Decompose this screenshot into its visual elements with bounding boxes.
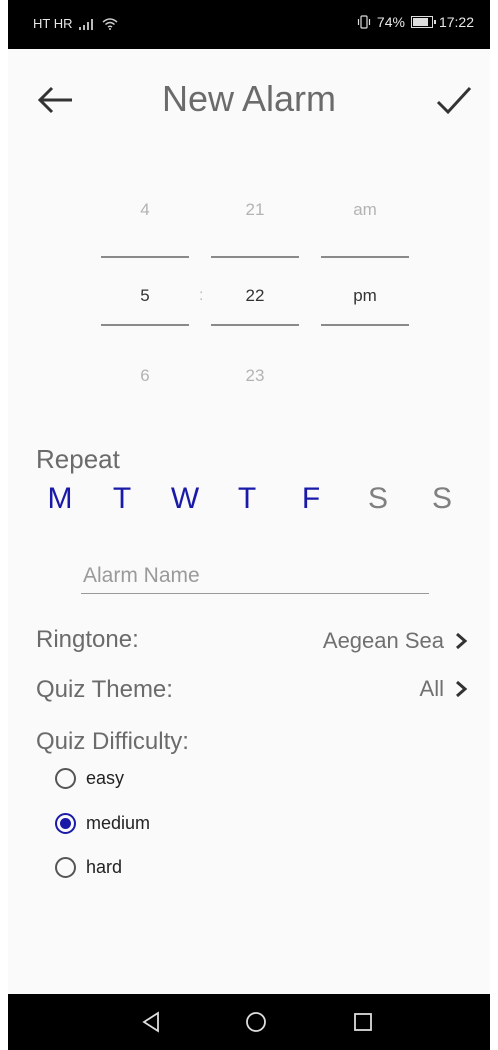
wifi-icon — [102, 17, 118, 30]
minute-picker[interactable]: 21 22 23 — [211, 200, 299, 385]
minute-below[interactable]: 23 — [211, 366, 299, 386]
nav-home-icon[interactable] — [244, 1010, 268, 1034]
period-value[interactable]: pm — [321, 286, 409, 306]
radio-label: medium — [86, 813, 151, 833]
battery-icon — [410, 16, 436, 28]
time-separator: : — [199, 287, 204, 304]
hour-below[interactable]: 6 — [101, 366, 189, 386]
day-toggle-sunday[interactable]: S — [422, 482, 462, 516]
radio-button[interactable] — [55, 857, 76, 878]
minute-value[interactable]: 22 — [211, 286, 299, 306]
difficulty-option-medium[interactable]: medium — [55, 813, 150, 834]
radio-button[interactable] — [55, 813, 76, 834]
period-picker[interactable]: am pm — [321, 200, 409, 380]
day-toggle-saturday[interactable]: S — [358, 482, 398, 516]
vibrate-icon — [357, 15, 371, 29]
navigation-bar — [8, 994, 490, 1050]
status-time: 17:22 — [438, 14, 474, 30]
radio-label: easy — [86, 768, 125, 788]
minute-above[interactable]: 21 — [211, 200, 299, 220]
period-above[interactable]: am — [321, 200, 409, 220]
hour-value[interactable]: 5 — [101, 286, 189, 306]
battery-percent: 74% — [376, 14, 405, 30]
radio-button[interactable] — [55, 768, 76, 789]
radio-label: hard — [86, 857, 123, 877]
repeat-label: Repeat — [36, 444, 120, 474]
quiz-theme-selector[interactable]: All — [420, 676, 468, 702]
page-title: New Alarm — [161, 78, 337, 119]
repeat-days: M T W T F S S — [40, 482, 470, 522]
checkmark-icon[interactable] — [434, 80, 474, 120]
quiz-theme-value: All — [419, 676, 444, 701]
ringtone-selector[interactable]: Aegean Sea — [323, 628, 468, 654]
chevron-right-icon — [456, 680, 468, 698]
status-bar: HT HR 74% 17:22 — [8, 0, 490, 49]
day-toggle-friday[interactable]: F — [291, 482, 331, 516]
difficulty-option-easy[interactable]: easy — [55, 768, 124, 789]
ringtone-label: Ringtone: — [36, 626, 139, 653]
signal-icon — [78, 18, 96, 30]
day-toggle-thursday[interactable]: T — [227, 482, 267, 516]
quiz-theme-label: Quiz Theme: — [36, 676, 173, 703]
day-toggle-monday[interactable]: M — [40, 482, 80, 516]
hour-above[interactable]: 4 — [101, 200, 189, 220]
alarm-screen: HT HR 74% 17:22 New Alarm 4 5 6: 21 22 … — [8, 0, 490, 1050]
ringtone-value: Aegean Sea — [322, 628, 444, 653]
day-toggle-wednesday[interactable]: W — [165, 482, 205, 516]
carrier-label: HT HR — [33, 16, 73, 31]
chevron-right-icon — [456, 632, 468, 650]
alarm-name-input[interactable] — [81, 558, 429, 594]
nav-recents-icon[interactable] — [351, 1010, 375, 1034]
difficulty-option-hard[interactable]: hard — [55, 857, 122, 878]
day-toggle-tuesday[interactable]: T — [102, 482, 142, 516]
hour-picker[interactable]: 4 5 6 — [101, 200, 189, 385]
quiz-difficulty-label: Quiz Difficulty: — [36, 728, 189, 755]
nav-back-icon[interactable] — [140, 1010, 164, 1034]
